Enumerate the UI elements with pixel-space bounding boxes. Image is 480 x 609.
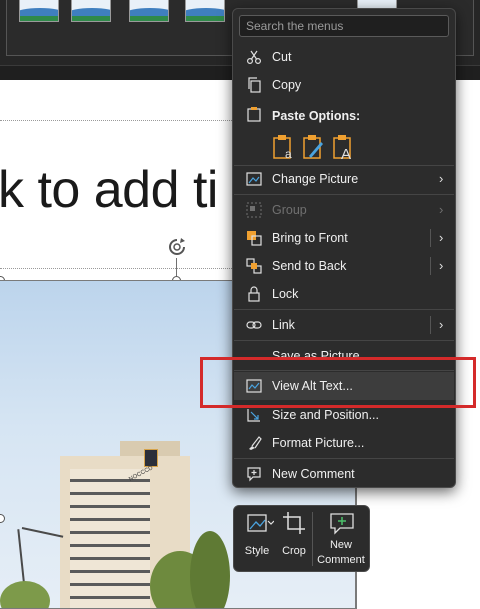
format-brush-icon — [249, 436, 262, 450]
picture-style-thumb[interactable] — [129, 0, 169, 22]
annotation-highlight-box — [200, 357, 476, 408]
paste-picture-icon[interactable] — [301, 134, 325, 160]
svg-text:A: A — [341, 146, 351, 160]
submenu-arrow-icon[interactable]: › — [439, 258, 449, 274]
clipboard-icon — [247, 107, 261, 122]
lock-icon — [248, 286, 260, 302]
menu-item-new-comment[interactable]: New Comment — [234, 460, 454, 488]
crop-icon — [283, 512, 305, 534]
picture-style-thumb[interactable] — [71, 0, 111, 22]
group-icon — [246, 202, 262, 218]
paste-text-only-icon[interactable]: A — [331, 134, 355, 160]
picture-style-icon — [247, 514, 274, 532]
mini-new-comment-button[interactable]: New Comment — [314, 506, 368, 571]
rotate-stem — [176, 258, 177, 276]
rotate-handle-icon[interactable] — [166, 236, 188, 258]
menu-separator — [234, 194, 454, 195]
powerpoint-window: k to add ti NOCCCD Search the menus Cut … — [0, 0, 480, 609]
menu-item-send-to-back[interactable]: Send to Back › — [234, 252, 454, 280]
menu-search-input[interactable]: Search the menus — [239, 15, 449, 37]
menu-separator — [234, 458, 454, 459]
link-icon — [246, 321, 262, 329]
copy-icon — [248, 77, 261, 93]
menu-separator — [234, 340, 454, 341]
title-placeholder[interactable]: k to add ti — [0, 160, 218, 220]
submenu-arrow-icon: › — [439, 202, 444, 217]
bring-to-front-icon — [247, 231, 262, 246]
scissors-icon — [246, 50, 262, 65]
new-comment-icon — [330, 513, 354, 535]
paste-keep-source-icon[interactable]: a — [271, 134, 295, 160]
menu-item-change-picture[interactable]: Change Picture › — [234, 165, 454, 193]
svg-text:a: a — [285, 147, 292, 160]
menu-item-format-picture[interactable]: Format Picture... — [234, 429, 454, 457]
menu-item-cut[interactable]: Cut — [234, 43, 454, 71]
style-button[interactable]: Style — [238, 506, 276, 571]
picture-style-thumb[interactable] — [19, 0, 59, 22]
change-picture-icon — [246, 172, 262, 186]
submenu-arrow-icon[interactable]: › — [439, 317, 449, 333]
menu-item-group: Group › — [234, 196, 454, 224]
title-placeholder-border — [0, 268, 240, 269]
menu-item-copy[interactable]: Copy — [234, 71, 454, 99]
menu-item-link[interactable]: Link › — [234, 311, 454, 339]
menu-separator — [234, 309, 454, 310]
context-menu: Search the menus Cut Copy Paste Options: — [232, 8, 456, 488]
menu-item-bring-to-front[interactable]: Bring to Front › — [234, 224, 454, 252]
crop-button[interactable]: Crop — [278, 506, 310, 571]
menu-item-lock[interactable]: Lock — [234, 280, 454, 308]
submenu-arrow-icon[interactable]: › — [439, 230, 449, 246]
paste-options-label: Paste Options: — [272, 109, 361, 123]
title-placeholder-border — [0, 120, 240, 121]
submenu-arrow-icon: › — [439, 171, 444, 186]
send-to-back-icon — [246, 258, 262, 274]
size-position-icon — [247, 409, 260, 422]
picture-style-thumb[interactable] — [185, 0, 225, 22]
comment-icon — [247, 467, 261, 482]
mini-toolbar: Style Crop New Comment — [233, 505, 370, 572]
